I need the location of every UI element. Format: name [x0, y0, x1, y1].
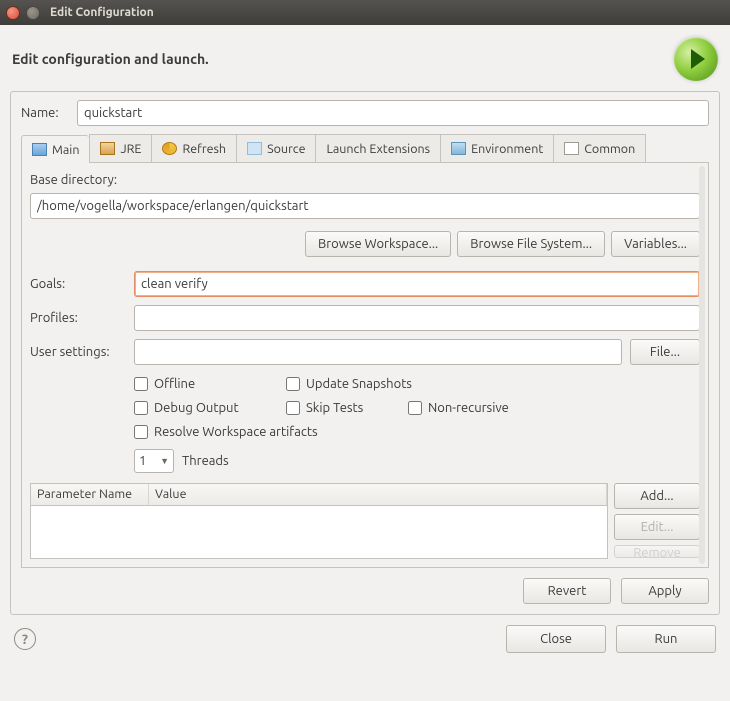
- user-settings-label: User settings:: [30, 345, 126, 359]
- update-snapshots-label: Update Snapshots: [306, 377, 412, 391]
- tab-common[interactable]: Common: [553, 134, 646, 162]
- tab-source-label: Source: [267, 142, 305, 156]
- refresh-icon: [162, 142, 177, 155]
- run-button[interactable]: Run: [616, 625, 716, 653]
- non-recursive-label: Non-recursive: [428, 401, 509, 415]
- goals-label: Goals:: [30, 277, 126, 291]
- common-icon: [564, 142, 579, 155]
- resolve-workspace-label: Resolve Workspace artifacts: [154, 425, 318, 439]
- base-dir-label: Base directory:: [30, 173, 700, 187]
- chevron-down-icon: ▼: [160, 456, 169, 466]
- tab-bar: Main JRE Refresh Source Launch Extension…: [21, 134, 709, 163]
- window-minimize-icon[interactable]: [26, 6, 40, 20]
- tab-common-label: Common: [584, 142, 635, 156]
- tab-main[interactable]: Main: [21, 135, 89, 163]
- add-button[interactable]: Add...: [614, 483, 700, 509]
- goals-input[interactable]: [134, 271, 700, 297]
- tab-environment-label: Environment: [471, 142, 543, 156]
- browse-filesystem-button[interactable]: Browse File System...: [457, 231, 605, 257]
- page-icon: [32, 143, 47, 156]
- tab-launch-ext-label: Launch Extensions: [326, 142, 430, 156]
- tab-refresh[interactable]: Refresh: [151, 134, 236, 162]
- threads-value: 1: [139, 454, 146, 468]
- resolve-workspace-checkbox[interactable]: Resolve Workspace artifacts: [134, 421, 318, 443]
- variables-button[interactable]: Variables...: [611, 231, 700, 257]
- tab-jre[interactable]: JRE: [89, 134, 151, 162]
- tab-jre-label: JRE: [120, 142, 141, 156]
- skip-tests-label: Skip Tests: [306, 401, 363, 415]
- browse-workspace-button[interactable]: Browse Workspace...: [305, 231, 451, 257]
- update-snapshots-checkbox[interactable]: Update Snapshots: [286, 373, 412, 395]
- titlebar: Edit Configuration: [0, 0, 730, 25]
- offline-checkbox[interactable]: Offline: [134, 373, 264, 395]
- threads-spinner[interactable]: 1▼: [134, 449, 174, 473]
- jre-icon: [100, 142, 115, 155]
- user-settings-input[interactable]: [134, 339, 622, 365]
- environment-icon: [451, 142, 466, 155]
- debug-output-label: Debug Output: [154, 401, 239, 415]
- col-value[interactable]: Value: [149, 484, 607, 505]
- config-panel: Name: Main JRE Refresh Source Launch Ext…: [10, 91, 720, 615]
- revert-button[interactable]: Revert: [523, 578, 611, 604]
- edit-button: Edit...: [614, 514, 700, 540]
- skip-tests-checkbox[interactable]: Skip Tests: [286, 397, 386, 419]
- page-title: Edit configuration and launch.: [12, 51, 209, 67]
- tab-source[interactable]: Source: [236, 134, 315, 162]
- col-parameter-name[interactable]: Parameter Name: [31, 484, 149, 505]
- name-input[interactable]: [77, 100, 709, 126]
- tab-main-label: Main: [52, 143, 79, 157]
- parameter-table[interactable]: Parameter Name Value: [30, 483, 608, 559]
- tab-refresh-label: Refresh: [182, 142, 226, 156]
- name-label: Name:: [21, 106, 69, 120]
- remove-button: Remove: [614, 545, 700, 558]
- tab-environment[interactable]: Environment: [440, 134, 553, 162]
- help-icon[interactable]: ?: [14, 628, 36, 650]
- tab-main-body: Base directory: Browse Workspace... Brow…: [21, 163, 709, 568]
- close-button[interactable]: Close: [506, 625, 606, 653]
- window-title: Edit Configuration: [50, 6, 154, 19]
- profiles-input[interactable]: [134, 305, 700, 331]
- source-icon: [247, 142, 262, 155]
- run-hero-icon: [674, 37, 718, 81]
- debug-output-checkbox[interactable]: Debug Output: [134, 397, 264, 419]
- profiles-label: Profiles:: [30, 311, 126, 325]
- threads-label: Threads: [182, 454, 229, 468]
- tab-launch-extensions[interactable]: Launch Extensions: [315, 134, 440, 162]
- base-dir-input[interactable]: [30, 193, 700, 219]
- apply-button[interactable]: Apply: [621, 578, 709, 604]
- offline-label: Offline: [154, 377, 195, 391]
- file-button[interactable]: File...: [630, 339, 700, 365]
- window-close-icon[interactable]: [6, 6, 20, 20]
- non-recursive-checkbox[interactable]: Non-recursive: [408, 397, 509, 419]
